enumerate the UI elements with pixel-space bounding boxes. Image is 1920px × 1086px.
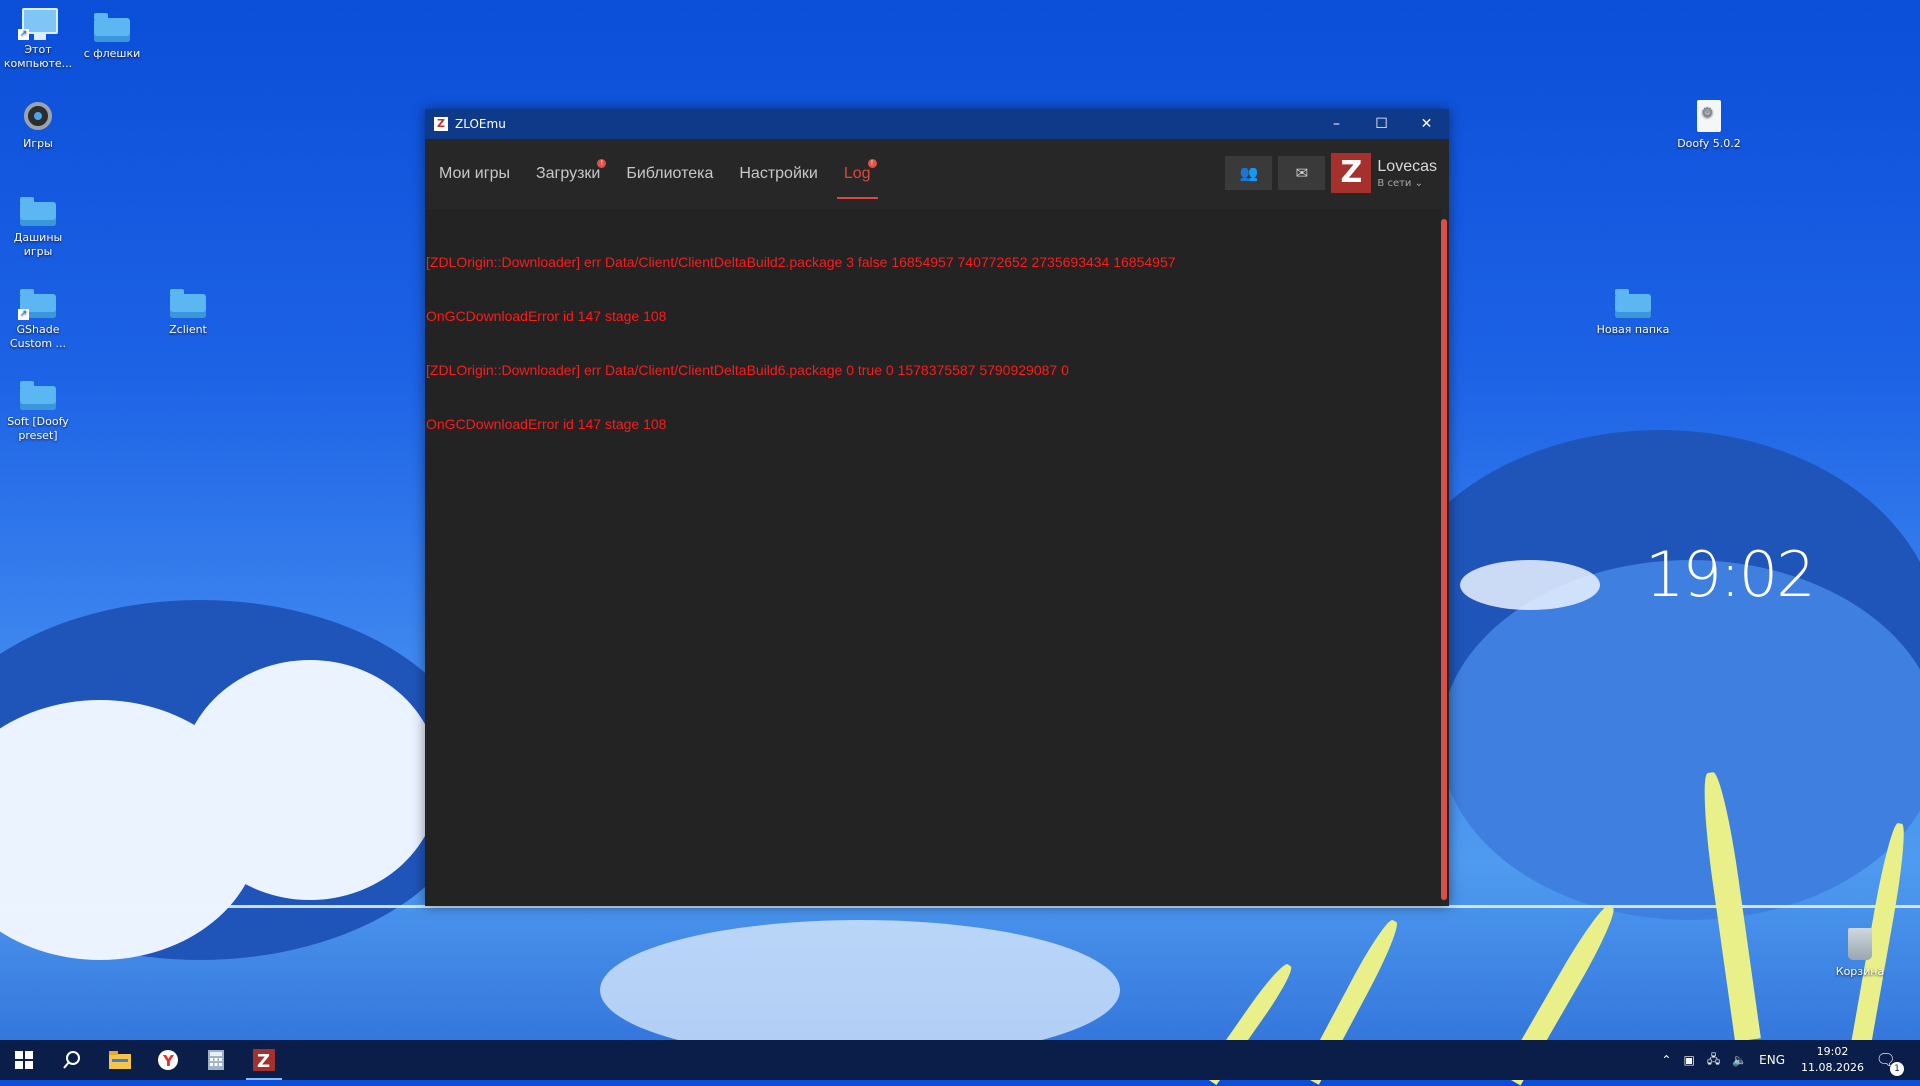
camera-icon[interactable]: ▣ (1683, 1053, 1694, 1067)
avatar[interactable]: Z (1331, 153, 1372, 193)
folder-icon (18, 378, 58, 412)
chevron-up-icon[interactable]: ⌃ (1661, 1053, 1671, 1067)
wallpaper-cloud (0, 700, 260, 960)
desktop-icon-soft[interactable]: Soft [Doofy preset] (0, 378, 76, 443)
taskbar: Y Z ⌃ ▣ 🖧 🔈 ENG 19:02 11.08.2026 🗨 1 (0, 1040, 1920, 1080)
user-menu[interactable]: Lovecas В сети ⌄ (1377, 158, 1437, 189)
search-button[interactable] (48, 1040, 96, 1080)
minimize-button[interactable]: – (1314, 109, 1359, 139)
tab-label: Загрузки (535, 165, 601, 182)
calculator-icon (208, 1050, 224, 1070)
language-indicator[interactable]: ENG (1759, 1053, 1785, 1067)
yandex-browser-icon: Y (158, 1050, 178, 1070)
desktop-icon-zclient[interactable]: Zclient (150, 286, 226, 337)
settings-file-icon (1689, 100, 1729, 134)
svg-text:Z: Z (257, 1051, 270, 1071)
notification-badge: ! (867, 159, 877, 168)
taskbar-file-explorer[interactable] (96, 1040, 144, 1080)
zloemu-window: Z ZLOEmu – ☐ ✕ Мои игры Загрузки! Библио… (425, 109, 1449, 906)
taskbar-zloemu[interactable]: Z (240, 1040, 288, 1080)
log-line: [ZDLOrigin::Downloader] err Data/Client/… (426, 362, 1069, 378)
gear-icon (18, 100, 58, 134)
maximize-button[interactable]: ☐ (1359, 109, 1404, 139)
friends-icon: 👥 (1239, 164, 1259, 182)
desktop-icon-this-pc[interactable]: ↗ Этот компьюте... (0, 6, 76, 71)
notification-badge: ! (597, 159, 607, 168)
file-explorer-icon (109, 1051, 131, 1069)
taskbar-date: 11.08.2026 (1801, 1061, 1864, 1074)
desktop-icon-usb-folder[interactable]: с флешки (74, 10, 150, 61)
computer-icon: ↗ (18, 6, 58, 40)
desktop-icon-label: Корзина (1835, 965, 1885, 978)
folder-icon: ↗ (18, 286, 58, 320)
tab-label: Log (843, 165, 871, 182)
recycle-bin-icon (1840, 928, 1880, 962)
windows-icon (15, 1051, 33, 1069)
desktop-icon-label: Doofy 5.0.2 (1677, 137, 1741, 150)
messages-button[interactable]: ✉ (1278, 156, 1326, 190)
taskbar-clock[interactable]: 19:02 11.08.2026 (1801, 1044, 1864, 1076)
close-button[interactable]: ✕ (1404, 109, 1449, 139)
folder-icon (18, 194, 58, 228)
tab-label: Настройки (739, 165, 818, 182)
desktop-icon-label: GShade Custom ... (9, 323, 67, 350)
desktop-icon-recycle-bin[interactable]: Корзина (1822, 928, 1898, 979)
tab-label: Библиотека (626, 165, 714, 182)
tab-label: Мои игры (439, 165, 510, 182)
wallpaper-cloud (600, 920, 1120, 1060)
desktop-icon-dasha-games[interactable]: Дашины игры (0, 194, 76, 259)
username: Lovecas (1377, 157, 1437, 175)
taskbar-yandex-browser[interactable]: Y (144, 1040, 192, 1080)
desktop-icon-doofy[interactable]: Doofy 5.0.2 (1671, 100, 1747, 151)
mail-icon: ✉ (1295, 164, 1309, 182)
desktop-icon-label: Этот компьюте... (3, 43, 73, 70)
desktop-icon-gshade[interactable]: ↗ GShade Custom ... (0, 286, 76, 351)
search-icon (63, 1051, 80, 1069)
user-status: В сети ⌄ (1377, 177, 1423, 189)
tab-library[interactable]: Библиотека (626, 139, 713, 209)
wallpaper-clock: 19:02 (1645, 538, 1816, 611)
wallpaper-cloud (1460, 560, 1600, 610)
system-tray: ⌃ ▣ 🖧 🔈 ENG 19:02 11.08.2026 🗨 1 (1655, 1040, 1920, 1080)
window-title: ZLOEmu (455, 117, 506, 131)
log-output: [ZDLOrigin::Downloader] err Data/Client/… (425, 209, 1439, 906)
tab-downloads[interactable]: Загрузки! (535, 139, 607, 209)
desktop-icon-games[interactable]: Игры (0, 100, 76, 151)
main-nav: Мои игры Загрузки! Библиотека Настройки … (425, 139, 1449, 209)
desktop-icon-new-folder[interactable]: Новая папка (1595, 286, 1671, 337)
start-button[interactable] (0, 1040, 48, 1080)
log-scrollbar-thumb[interactable] (1441, 219, 1447, 900)
log-line: OnGCDownloadError id 147 stage 108 (426, 308, 667, 324)
log-line: OnGCDownloadError id 147 stage 108 (426, 416, 667, 432)
zloemu-logo-icon: Z (434, 117, 448, 131)
tab-settings[interactable]: Настройки (739, 139, 817, 209)
folder-icon (92, 10, 132, 44)
desktop-icon-label: Soft [Doofy preset] (7, 415, 69, 442)
notification-count: 1 (1890, 1062, 1904, 1076)
wallpaper-cloud (1380, 430, 1920, 850)
desktop-icon-label: Новая папка (1596, 323, 1670, 336)
desktop-icon-label: Zclient (169, 323, 207, 336)
tab-log[interactable]: Log! (836, 139, 878, 209)
action-center-button[interactable]: 🗨 1 (1874, 1040, 1920, 1080)
folder-icon (1613, 286, 1653, 320)
wallpaper-cloud (180, 660, 440, 900)
user-area: 👥 ✉ Z Lovecas В сети ⌄ (1225, 153, 1437, 193)
log-line: [ZDLOrigin::Downloader] err Data/Client/… (426, 254, 1176, 270)
taskbar-time: 19:02 (1816, 1045, 1849, 1058)
desktop-icon-label: Дашины игры (13, 231, 63, 258)
network-icon[interactable]: 🖧 (1707, 1050, 1720, 1071)
friends-button[interactable]: 👥 (1225, 156, 1273, 190)
svg-text:Y: Y (162, 1052, 175, 1070)
volume-icon[interactable]: 🔈 (1732, 1053, 1747, 1067)
zloemu-icon: Z (253, 1049, 275, 1071)
desktop-icon-label: Игры (23, 137, 53, 150)
desktop-icon-label: с флешки (83, 47, 141, 60)
folder-icon (168, 286, 208, 320)
taskbar-calculator[interactable] (192, 1040, 240, 1080)
wallpaper-cloud (1440, 560, 1920, 920)
tab-my-games[interactable]: Мои игры (439, 139, 510, 209)
window-titlebar[interactable]: Z ZLOEmu – ☐ ✕ (425, 109, 1449, 139)
